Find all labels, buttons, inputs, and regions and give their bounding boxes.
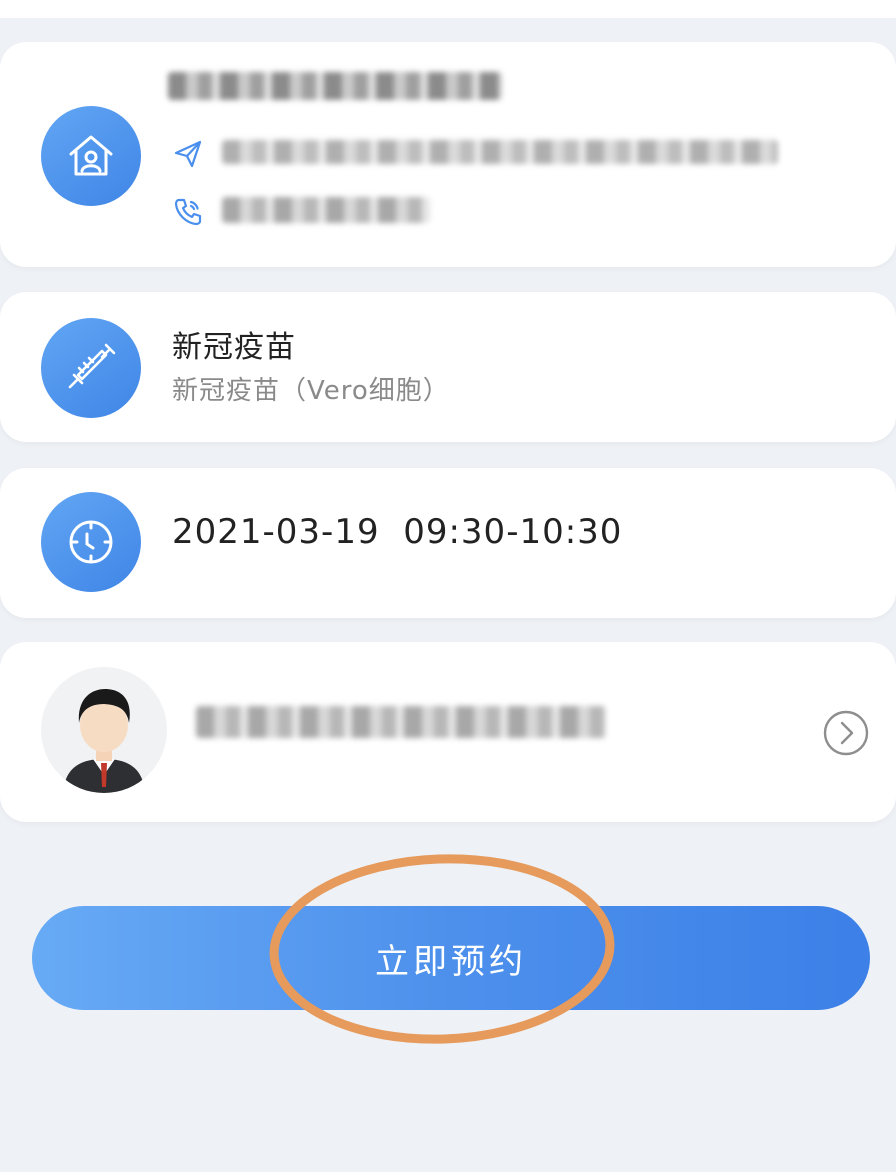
clinic-phone-redacted (222, 197, 430, 223)
appointment-datetime: 2021-03-19 09:30-10:30 (172, 512, 623, 552)
clinic-name-redacted (168, 72, 502, 100)
send-arrow-icon (170, 136, 206, 172)
appointment-screen: 新冠疫苗 新冠疫苗（Vero细胞） 2021-03-19 09:30-10:30 (0, 0, 896, 1172)
syringe-icon (41, 318, 141, 418)
person-card[interactable] (0, 642, 896, 822)
phone-icon[interactable] (170, 194, 206, 230)
clock-icon (41, 492, 141, 592)
book-now-button[interactable]: 立即预约 (32, 906, 870, 1010)
top-strip (0, 0, 896, 18)
time-card[interactable]: 2021-03-19 09:30-10:30 (0, 468, 896, 618)
vaccine-card[interactable]: 新冠疫苗 新冠疫苗（Vero细胞） (0, 292, 896, 442)
vaccine-subtitle: 新冠疫苗（Vero细胞） (172, 376, 450, 406)
vaccine-title: 新冠疫苗 (172, 330, 296, 365)
person-name-redacted (196, 706, 606, 738)
avatar-icon (41, 667, 167, 793)
home-clinic-icon (41, 106, 141, 206)
clinic-address-redacted (222, 140, 778, 164)
chevron-right-circle-icon[interactable] (822, 709, 870, 757)
clinic-card[interactable] (0, 42, 896, 267)
